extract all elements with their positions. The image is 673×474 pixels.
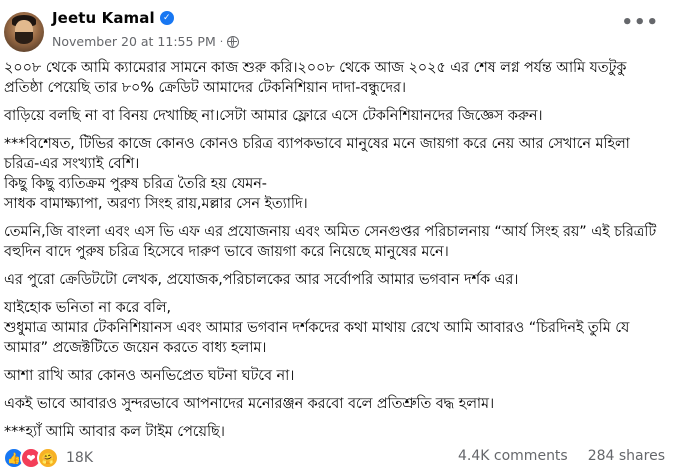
post-paragraph: বাড়িয়ে বলছি না বা বিনয় দেখাচ্ছি না।সে… [4, 108, 543, 124]
post-paragraph: তেমনি,জি বাংলা এবং এস ভি এফ এর প্রযোজনায… [4, 224, 657, 260]
care-icon: 🤗 [37, 447, 59, 469]
verified-badge-icon: ✓ [159, 11, 174, 25]
author-avatar[interactable] [4, 12, 44, 52]
globe-icon[interactable] [227, 35, 240, 48]
post-paragraph: একই ভাবে আবারও সুন্দরভাবে আপনাদের মনোরঞ্… [4, 396, 495, 412]
more-options-icon[interactable]: ••• [621, 12, 659, 33]
reactions-summary[interactable]: 👍 ❤ 🤗 18K [3, 447, 93, 469]
post-paragraph: এর পুরো ক্রেডিটটো লেখক, প্রযোজক,পরিচালকে… [4, 272, 519, 288]
post-footer: 👍 ❤ 🤗 18K 4.4K comments 284 shares [0, 438, 673, 474]
author-name[interactable]: Jeetu Kamal [52, 9, 155, 27]
post-body: ২০০৮ থেকে আমি ক্যামেরার সামনে কাজ শুরু ক… [4, 58, 668, 450]
post-paragraph: আশা রাখি আর কোনও অনভিপ্রেত ঘটনা ঘটবে না। [4, 368, 295, 384]
post-paragraph: যাইহোক ভনিতা না করে বলি, শুধুমাত্র আমার … [4, 300, 630, 356]
post-timestamp[interactable]: November 20 at 11:55 PM [52, 34, 216, 49]
post-meta: November 20 at 11:55 PM · [52, 34, 240, 49]
avatar-beard [15, 32, 33, 44]
comments-count[interactable]: 4.4K comments [458, 448, 568, 464]
author-row: Jeetu Kamal ✓ [52, 9, 174, 27]
post-paragraph: ***বিশেষত, টিভির কাজে কোনও কোনও চরিত্র ব… [4, 136, 630, 212]
facebook-post: Jeetu Kamal ✓ November 20 at 11:55 PM · … [0, 0, 673, 474]
reaction-count[interactable]: 18K [66, 450, 93, 466]
post-paragraph: ২০০৮ থেকে আমি ক্যামেরার সামনে কাজ শুরু ক… [4, 60, 627, 96]
shares-count[interactable]: 284 shares [588, 448, 665, 464]
meta-separator: · [219, 35, 224, 48]
engagement-counts: 4.4K comments 284 shares [458, 448, 665, 464]
